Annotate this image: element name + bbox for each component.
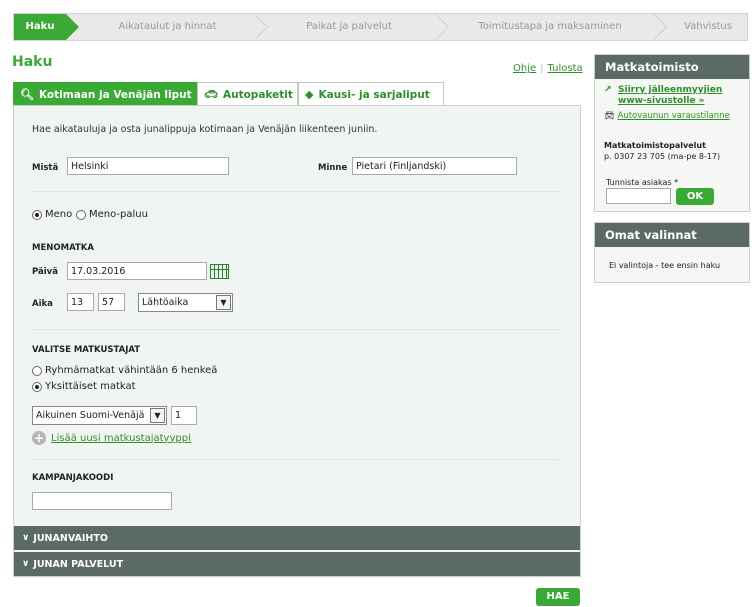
transfer-section-toggle[interactable]: ∨ JUNANVAIHTO <box>14 526 580 550</box>
tab-season-tickets[interactable]: ◆ Kausi- ja sarjaliput <box>298 82 444 106</box>
to-input[interactable] <box>352 157 517 175</box>
minute-input[interactable] <box>98 293 125 311</box>
add-traveller-type[interactable]: + Lisää uusi matkustajatyyppi <box>32 431 191 445</box>
car-icon: 🚗︎ <box>204 88 218 101</box>
travellers-heading: VALITSE MATKUSTAJAT <box>32 345 141 355</box>
plus-icon: + <box>32 431 46 445</box>
selections-box-title: Omat valinnat <box>595 223 749 247</box>
page-title: Haku <box>12 54 53 70</box>
individual-travel-radio[interactable]: Yksittäiset matkat <box>32 381 136 392</box>
chevron-down-icon: ∨ <box>22 559 30 569</box>
chevron-down-icon: ▼ <box>150 408 165 423</box>
agency-box: Matkatoimisto ↗ Siirry jälleenmyyjien ww… <box>594 54 750 212</box>
tab-car-packages[interactable]: 🚗︎ Autopaketit <box>197 82 298 106</box>
from-input[interactable] <box>67 157 229 175</box>
step-seats: Paikat ja palvelut <box>306 21 392 32</box>
date-label: Päivä <box>32 267 58 277</box>
agency-box-title: Matkatoimisto <box>595 55 749 79</box>
radio-selected-icon <box>32 381 42 392</box>
search-panel: Hae aikatauluja ja osta junalippuja koti… <box>13 105 581 577</box>
chevron-down-icon: ▼ <box>216 295 231 310</box>
add-traveller-link[interactable]: Lisää uusi matkustajatyyppi <box>51 433 191 444</box>
step-separator <box>254 14 269 40</box>
intro-text: Hae aikatauluja ja osta junalippuja koti… <box>32 124 378 135</box>
divider <box>33 459 558 460</box>
step-separator <box>653 14 668 40</box>
divider <box>33 329 558 330</box>
car-icon: 🚘︎ <box>604 111 615 121</box>
help-link[interactable]: Ohje <box>513 63 536 74</box>
search-button[interactable]: HAE <box>536 588 580 606</box>
radio-empty-icon <box>76 209 86 220</box>
step-separator <box>435 14 450 40</box>
external-link-icon: ↗ <box>604 85 612 95</box>
tab-label: Kausi- ja sarjaliput <box>318 88 430 101</box>
traveller-type-select[interactable]: Aikuinen Suomi-Venäjä ▼ <box>32 406 167 425</box>
ok-button[interactable]: OK <box>676 188 714 205</box>
step-delivery-payment: Toimitustapa ja maksaminen <box>478 21 622 32</box>
tab-domestic-russia[interactable]: 🔍︎ Kotimaan ja Venäjän liput <box>13 82 197 106</box>
step-confirmation: Vahvistus <box>684 21 732 32</box>
traveller-count-input[interactable] <box>171 406 197 425</box>
ticket-icon: ◆ <box>305 88 314 101</box>
customer-label: Tunnista asiakas * <box>606 178 679 187</box>
service-title: Matkatoimistopalvelut <box>604 141 706 150</box>
return-radio[interactable]: Meno-paluu <box>76 209 148 220</box>
tab-label: Autopaketit <box>222 88 293 101</box>
reseller-site-link[interactable]: Siirry jälleenmyyjien www-sivustolle » <box>618 85 736 107</box>
progress-steps: Haku Aikataulut ja hinnat Paikat ja palv… <box>13 13 748 41</box>
step-timetables: Aikataulut ja hinnat <box>118 21 217 32</box>
from-label: Mistä <box>32 163 59 173</box>
divider <box>33 191 558 192</box>
car-wagon-link[interactable]: Autovaunun varaustilanne <box>618 111 730 121</box>
radio-empty-icon <box>32 365 42 376</box>
selections-empty-text: Ei valintoja - tee ensin haku <box>609 261 721 270</box>
campaign-heading: KAMPANJAKOODI <box>32 473 114 483</box>
step-haku[interactable]: Haku <box>14 14 79 40</box>
tab-label: Kotimaan ja Venäjän liput <box>38 88 192 101</box>
top-links: Ohje | Tulosta <box>513 63 583 74</box>
time-mode-select[interactable]: Lähtöaika ▼ <box>138 293 233 312</box>
radio-selected-icon <box>32 209 42 220</box>
oneway-radio[interactable]: Meno <box>32 209 72 220</box>
reseller-link-row: ↗ Siirry jälleenmyyjien www-sivustolle » <box>604 85 744 107</box>
link-divider: | <box>540 63 544 74</box>
calendar-icon[interactable] <box>210 264 229 279</box>
time-label: Aika <box>32 299 53 309</box>
campaign-code-input[interactable] <box>32 492 172 510</box>
train-services-toggle[interactable]: ∨ JUNAN PALVELUT <box>14 552 580 576</box>
hour-input[interactable] <box>67 293 94 311</box>
customer-input[interactable] <box>606 188 671 204</box>
group-travel-radio[interactable]: Ryhmämatkat vähintään 6 henkeä <box>32 365 217 376</box>
selections-box: Omat valinnat Ei valintoja - tee ensin h… <box>594 222 750 283</box>
chevron-down-icon: ∨ <box>22 533 30 543</box>
to-label: Minne <box>318 163 348 173</box>
service-phone: p. 0307 23 705 (ma-pe 8-17) <box>604 152 721 161</box>
search-icon: 🔍︎ <box>20 88 34 101</box>
car-wagon-row: 🚘︎ Autovaunun varaustilanne <box>604 111 730 121</box>
date-input[interactable] <box>67 262 207 280</box>
outbound-heading: MENOMATKA <box>32 243 94 253</box>
print-link[interactable]: Tulosta <box>548 63 583 74</box>
